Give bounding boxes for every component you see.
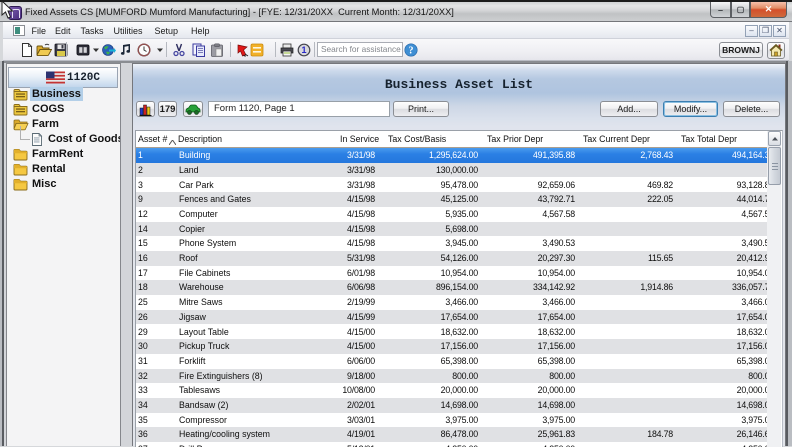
svg-text:?: ? [409,45,414,56]
svg-text:1: 1 [301,45,306,55]
